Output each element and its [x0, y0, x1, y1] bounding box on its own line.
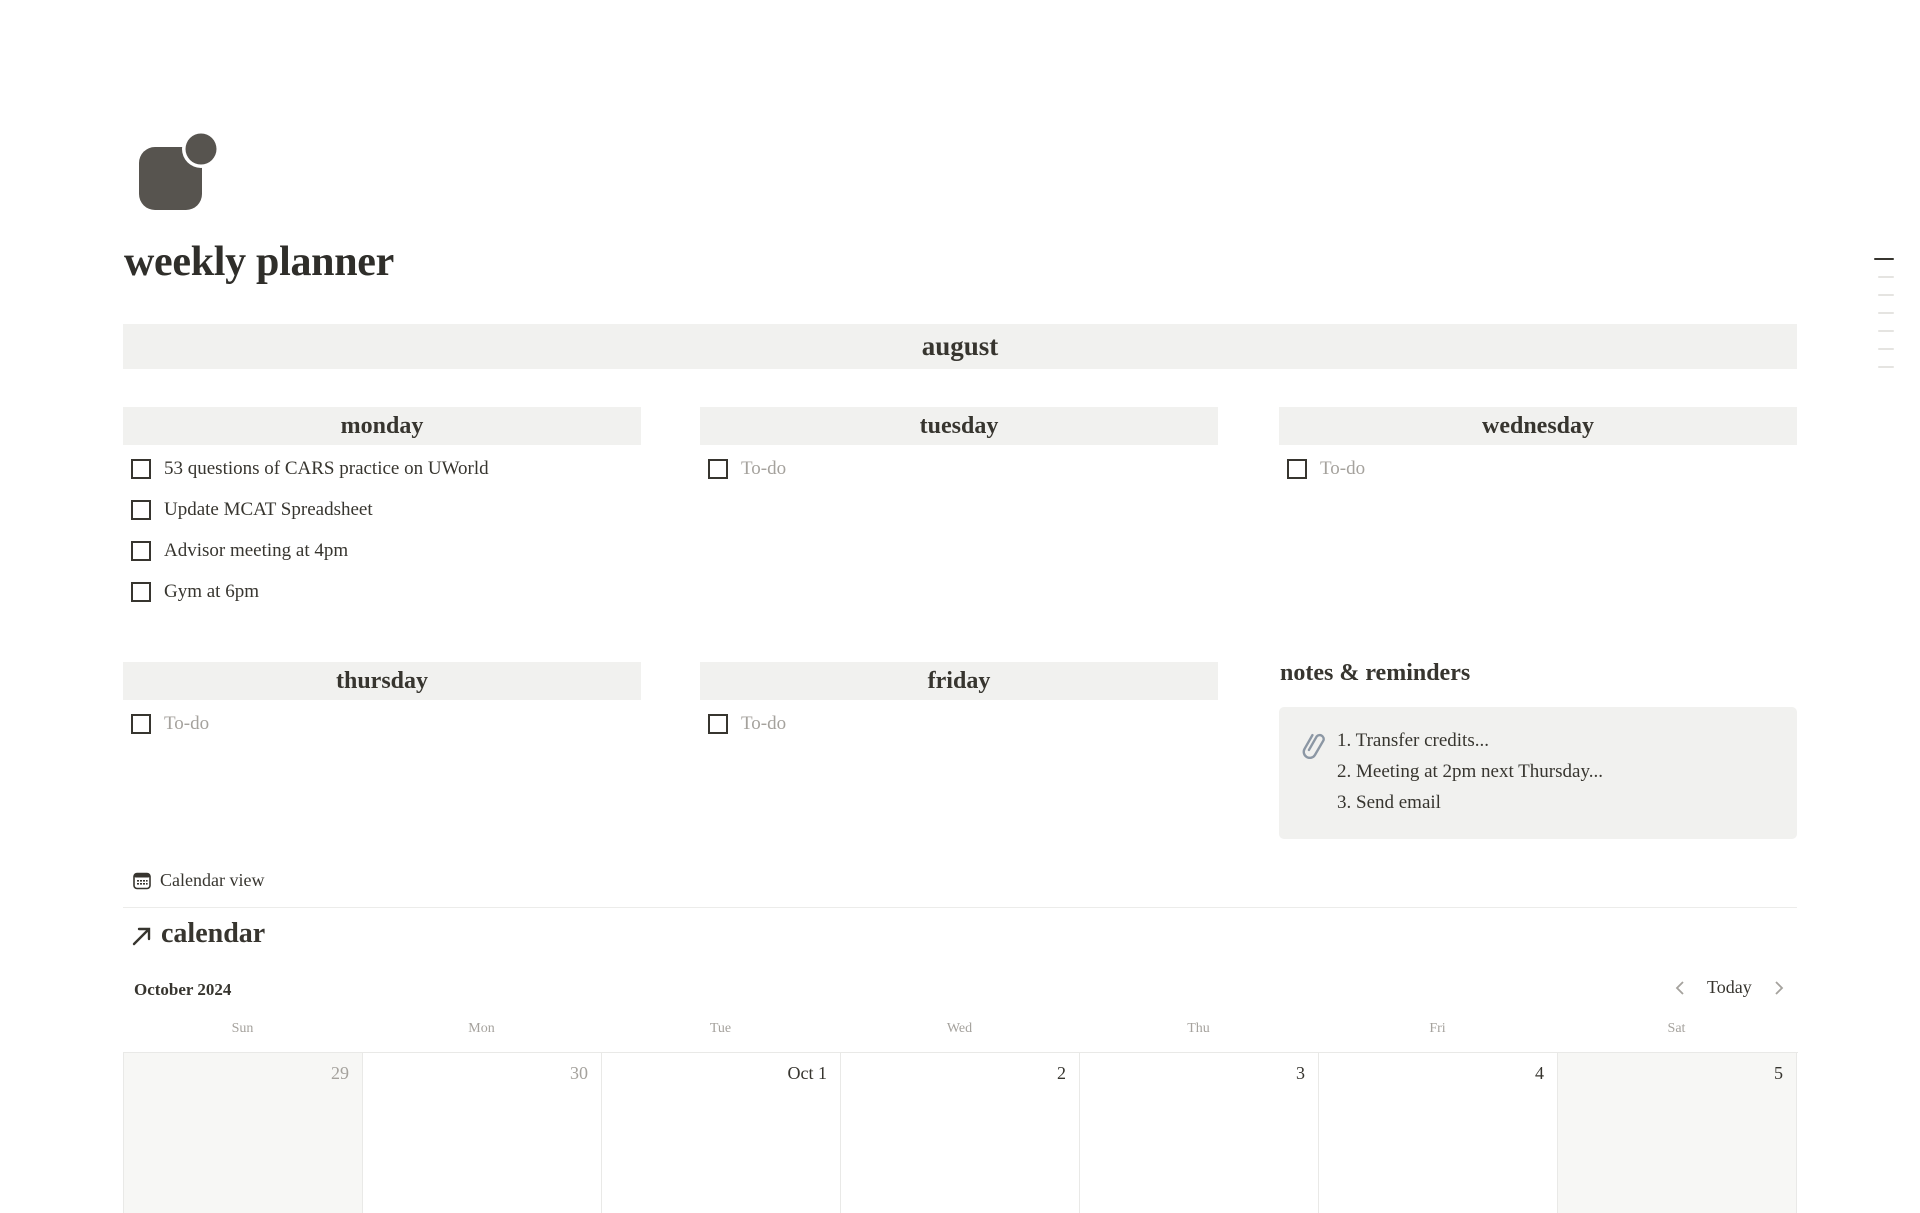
todo-item: Update MCAT Spreadsheet	[123, 489, 641, 530]
month-header: august	[123, 324, 1797, 369]
day-header: friday	[700, 662, 1218, 700]
day-column-wednesday: wednesday To-do	[1279, 407, 1797, 489]
day-number: 29	[331, 1063, 349, 1083]
table-of-contents[interactable]	[1874, 258, 1896, 384]
calendar-day-cell[interactable]: 2	[841, 1053, 1080, 1213]
todo-checkbox[interactable]	[1287, 458, 1307, 479]
notes-list: 1. Transfer credits... 2. Meeting at 2pm…	[1337, 725, 1603, 818]
toc-entry[interactable]	[1878, 276, 1894, 278]
calendar-navigation: Today	[1673, 977, 1786, 998]
todo-text[interactable]: Update MCAT Spreadsheet	[164, 499, 373, 521]
note-item[interactable]: 2. Meeting at 2pm next Thursday...	[1337, 756, 1603, 787]
calendar-day-cell[interactable]: Oct 1	[602, 1053, 841, 1213]
todo-checkbox[interactable]	[131, 499, 151, 520]
paperclip-icon	[1299, 729, 1329, 760]
day-header: wednesday	[1279, 407, 1797, 445]
todo-item: Advisor meeting at 4pm	[123, 530, 641, 571]
weekday-label: Tue	[709, 1021, 732, 1036]
day-number: 5	[1774, 1063, 1783, 1083]
todo-placeholder[interactable]: To-do	[164, 713, 209, 735]
calendar-day-cell[interactable]: 3	[1080, 1053, 1319, 1213]
todo-checkbox[interactable]	[708, 713, 728, 734]
calendar-day-cell[interactable]: 5	[1558, 1053, 1797, 1213]
weekday-label: Thu	[1187, 1021, 1210, 1036]
day-number: 4	[1535, 1063, 1544, 1083]
toc-entry[interactable]	[1878, 348, 1894, 350]
chevron-right-icon[interactable]	[1772, 978, 1786, 998]
day-number: 2	[1057, 1063, 1066, 1083]
weekday-label: Wed	[946, 1021, 973, 1036]
toc-entry[interactable]	[1874, 258, 1894, 260]
calendar-title[interactable]: calendar	[131, 918, 265, 950]
todo-checkbox[interactable]	[131, 458, 151, 479]
view-divider	[123, 907, 1797, 908]
calendar-title-text: calendar	[161, 918, 266, 949]
calendar-view-label: Calendar view	[160, 870, 265, 890]
calendar-grid: 29 30 Oct 1 2 3 4 5	[123, 1052, 1798, 1213]
toc-entry[interactable]	[1878, 294, 1894, 296]
day-column-thursday: thursday To-do	[123, 662, 641, 744]
day-column-monday: monday 53 questions of CARS practice on …	[123, 407, 641, 612]
toc-entry[interactable]	[1878, 330, 1894, 332]
todo-item: To-do	[700, 448, 1218, 489]
todo-placeholder[interactable]: To-do	[741, 458, 786, 480]
todo-checkbox[interactable]	[131, 581, 151, 602]
weekday-label: Mon	[468, 1021, 495, 1036]
weekday-label: Sat	[1667, 1021, 1686, 1036]
todo-text[interactable]: 53 questions of CARS practice on UWorld	[164, 458, 489, 480]
arrow-up-right-icon	[131, 923, 153, 946]
day-number: 3	[1296, 1063, 1305, 1083]
todo-checkbox[interactable]	[708, 458, 728, 479]
notes-heading: notes & reminders	[1280, 660, 1471, 686]
todo-item: Gym at 6pm	[123, 571, 641, 612]
calendar-day-cell[interactable]: 29	[124, 1053, 363, 1213]
weekday-label: Sun	[231, 1021, 254, 1036]
todo-item: To-do	[1279, 448, 1797, 489]
todo-placeholder[interactable]: To-do	[741, 713, 786, 735]
page-title: weekly planner	[124, 239, 394, 285]
month-label: august	[921, 331, 999, 361]
todo-text[interactable]: Gym at 6pm	[164, 581, 259, 603]
today-button[interactable]: Today	[1703, 977, 1756, 998]
day-number: Oct 1	[787, 1063, 828, 1083]
note-item[interactable]: 3. Send email	[1337, 787, 1603, 818]
calendar-day-cell[interactable]: 30	[363, 1053, 602, 1213]
todo-item: 53 questions of CARS practice on UWorld	[123, 448, 641, 489]
todo-checkbox[interactable]	[131, 713, 151, 734]
chevron-left-icon[interactable]	[1673, 978, 1687, 998]
page-icon[interactable]	[139, 130, 220, 212]
day-column-friday: friday To-do	[700, 662, 1218, 744]
calendar-day-cell[interactable]: 4	[1319, 1053, 1558, 1213]
day-column-tuesday: tuesday To-do	[700, 407, 1218, 489]
note-item[interactable]: 1. Transfer credits...	[1337, 725, 1603, 756]
day-header: tuesday	[700, 407, 1218, 445]
day-header: thursday	[123, 662, 641, 700]
toc-entry[interactable]	[1878, 312, 1894, 314]
todo-text[interactable]: Advisor meeting at 4pm	[164, 540, 348, 562]
calendar-month-label: October 2024	[134, 980, 232, 999]
calendar-icon	[133, 872, 151, 890]
notes-callout[interactable]: 1. Transfer credits... 2. Meeting at 2pm…	[1279, 707, 1797, 839]
todo-checkbox[interactable]	[131, 540, 151, 561]
calendar-view-tab[interactable]: Calendar view	[133, 870, 264, 891]
day-header: monday	[123, 407, 641, 445]
todo-item: To-do	[700, 703, 1218, 744]
day-number: 30	[570, 1063, 588, 1083]
todo-placeholder[interactable]: To-do	[1320, 458, 1365, 480]
weekday-label: Fri	[1429, 1021, 1446, 1036]
todo-item: To-do	[123, 703, 641, 744]
toc-entry[interactable]	[1878, 366, 1894, 368]
